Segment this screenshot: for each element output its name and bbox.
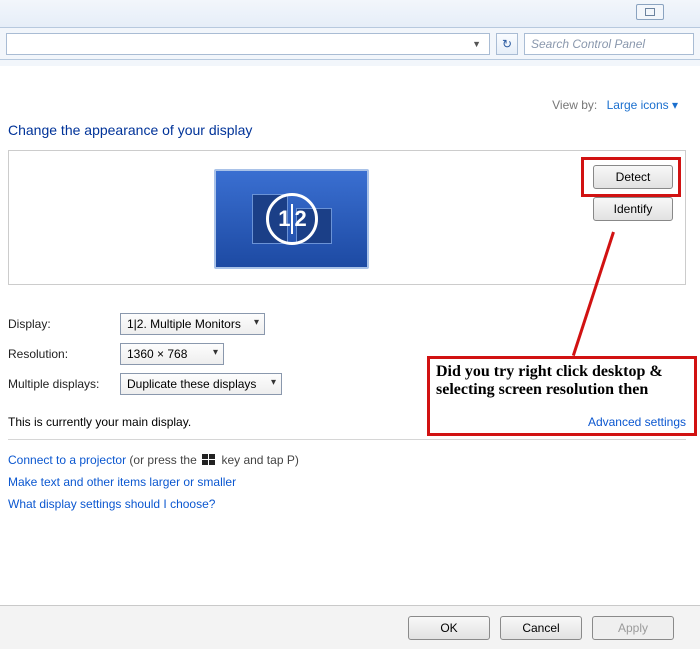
resolution-select[interactable]: 1360 × 768 (120, 343, 224, 365)
ok-button[interactable]: OK (408, 616, 490, 640)
detect-button[interactable]: Detect (593, 165, 673, 189)
main-display-text: This is currently your main display. (8, 415, 191, 429)
display-select[interactable]: 1|2. Multiple Monitors (120, 313, 265, 335)
multiple-displays-value: Duplicate these displays (127, 377, 256, 391)
apply-button[interactable]: Apply (592, 616, 674, 640)
refresh-button[interactable]: ↻ (496, 33, 518, 55)
identify-button[interactable]: Identify (593, 197, 673, 221)
display-value: 1|2. Multiple Monitors (127, 317, 241, 331)
page-title: Change the appearance of your display (8, 122, 686, 138)
connect-projector-link[interactable]: Connect to a projector (or press the key… (8, 452, 686, 467)
display-label: Display: (8, 317, 120, 331)
display-help-link[interactable]: What display settings should I choose? (8, 497, 686, 511)
view-by-label: View by: (552, 98, 597, 112)
search-input[interactable]: Search Control Panel (524, 33, 694, 55)
address-bar: ▼ ↻ Search Control Panel (0, 28, 700, 60)
monitor-thumbnails[interactable]: 12 (214, 169, 369, 269)
breadcrumb-field[interactable]: ▼ (6, 33, 490, 55)
titlebar (0, 0, 700, 28)
cancel-button[interactable]: Cancel (500, 616, 582, 640)
resolution-value: 1360 × 768 (127, 347, 187, 361)
annotation-text: Did you try right click desktop & select… (427, 356, 697, 436)
chevron-down-icon[interactable]: ▼ (468, 39, 485, 49)
refresh-icon: ↻ (502, 37, 512, 51)
text-size-link[interactable]: Make text and other items larger or smal… (8, 475, 686, 489)
search-placeholder: Search Control Panel (531, 37, 645, 51)
view-by-value[interactable]: Large icons ▾ (607, 98, 678, 112)
resolution-label: Resolution: (8, 347, 120, 361)
footer-buttons: OK Cancel Apply (0, 605, 700, 649)
view-by[interactable]: View by: Large icons ▾ (552, 98, 678, 112)
monitor-id-badge: 12 (266, 193, 318, 245)
display-preview: 12 Detect Identify (8, 150, 686, 285)
multiple-displays-label: Multiple displays: (8, 377, 120, 391)
header-area: View by: Large icons ▾ (0, 66, 700, 116)
multiple-displays-select[interactable]: Duplicate these displays (120, 373, 282, 395)
separator (8, 439, 686, 440)
maximize-button[interactable] (636, 4, 664, 20)
windows-key-icon (202, 454, 216, 466)
